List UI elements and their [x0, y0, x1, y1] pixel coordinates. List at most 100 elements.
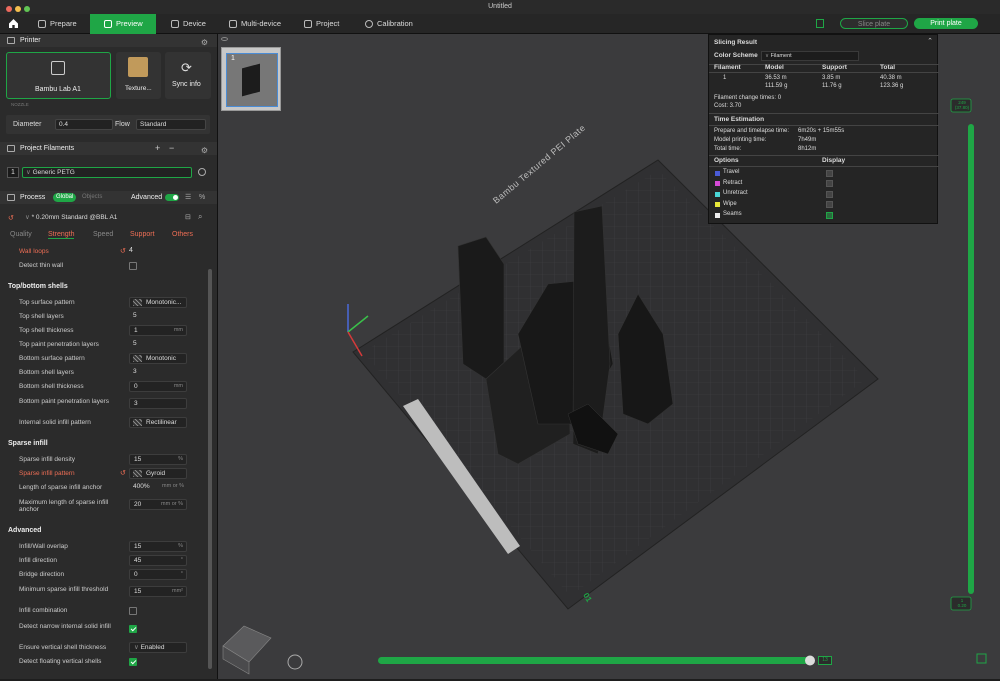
- option-display-checkbox[interactable]: [826, 201, 833, 208]
- home-icon[interactable]: [8, 18, 19, 29]
- list-icon[interactable]: ☰: [185, 191, 191, 204]
- color-scheme-select[interactable]: ∨ Filament: [761, 51, 859, 61]
- sparse-density-input[interactable]: 15%: [129, 454, 187, 465]
- settings-sidebar: Printer ⚙ Bambu Lab A1 Texture... ⟳ Sync…: [0, 34, 218, 679]
- setting-value: 15: [134, 588, 142, 595]
- print-plate-button[interactable]: Print plate: [914, 18, 978, 29]
- tab-project[interactable]: Project: [304, 14, 349, 34]
- display-header: Display: [822, 157, 846, 164]
- save-preset-icon[interactable]: ⊟: [185, 213, 191, 221]
- detect-floating-checkbox[interactable]: [129, 658, 137, 666]
- detect-narrow-checkbox[interactable]: [129, 625, 137, 633]
- remove-filament-icon[interactable]: −: [169, 142, 174, 155]
- setting-sparse-density: Sparse infill density 15%: [0, 453, 210, 467]
- setting-value: Rectilinear: [146, 419, 177, 426]
- tab-calibration[interactable]: Calibration: [365, 14, 420, 34]
- tab-speed[interactable]: Speed: [93, 231, 113, 238]
- infill-direction-input[interactable]: 45 °: [129, 555, 187, 566]
- tab-support[interactable]: Support: [130, 231, 155, 238]
- slice-plate-button[interactable]: Slice plate: [840, 18, 908, 29]
- eye-icon[interactable]: [221, 37, 228, 41]
- infill-combination-checkbox[interactable]: [129, 607, 137, 615]
- option-display-checkbox[interactable]: [826, 211, 833, 219]
- setting-label: Bottom surface pattern: [19, 355, 85, 362]
- preview-progress-slider[interactable]: [378, 655, 815, 666]
- setting-bottom-shell-thickness: Bottom shell thickness 0 mm: [0, 380, 210, 394]
- global-toggle[interactable]: Global: [53, 193, 77, 202]
- group-title: Top/bottom shells: [8, 283, 68, 290]
- collapse-icon[interactable]: ⌃: [927, 37, 933, 45]
- top-surface-pattern-select[interactable]: Monotonic...: [129, 297, 187, 308]
- reset-icon[interactable]: ↺: [8, 214, 14, 222]
- layers-icon[interactable]: [976, 653, 987, 664]
- wall-loops-value[interactable]: 4: [129, 247, 133, 254]
- search-icon[interactable]: ⌕: [198, 212, 202, 222]
- tab-multi-device[interactable]: Multi-device: [229, 14, 289, 34]
- anchor-length-input[interactable]: 400% mm or %: [129, 482, 187, 493]
- prepare-time-label: Prepare and timelapse time:: [714, 128, 790, 134]
- gear-icon[interactable]: ⚙: [201, 36, 208, 49]
- print-plate-label: Print plate: [930, 20, 962, 27]
- min-sparse-input[interactable]: 15 mm²: [129, 586, 187, 597]
- group-top-bottom-shells: Top/bottom shells: [8, 283, 68, 290]
- objects-toggle[interactable]: Objects: [82, 191, 102, 204]
- top-shell-thickness-input[interactable]: 1 mm: [129, 325, 187, 336]
- option-display-checkbox[interactable]: [826, 190, 833, 198]
- reset-icon[interactable]: ↺: [120, 469, 126, 477]
- sync-info-button[interactable]: ⟳ Sync info: [165, 52, 211, 99]
- bottom-paint-input[interactable]: 3: [129, 398, 187, 409]
- zoom-window-icon[interactable]: [24, 6, 30, 12]
- advanced-switch[interactable]: [165, 194, 179, 201]
- add-filament-icon[interactable]: +: [155, 142, 160, 155]
- printer-selector[interactable]: Bambu Lab A1: [6, 52, 111, 99]
- plate-selector[interactable]: Texture...: [116, 52, 161, 99]
- tab-device[interactable]: Device: [171, 14, 221, 34]
- filament-options-icon[interactable]: [198, 168, 206, 176]
- top-paint-input[interactable]: 5: [129, 339, 187, 350]
- internal-solid-pattern-select[interactable]: Rectilinear: [129, 417, 187, 428]
- unit-label: mm: [173, 383, 183, 389]
- tab-others[interactable]: Others: [172, 231, 193, 238]
- model-header: Model: [765, 64, 784, 71]
- bottom-shell-layers-input[interactable]: 3: [129, 367, 187, 378]
- project-icon: [304, 20, 312, 28]
- tab-prepare[interactable]: Prepare: [38, 14, 90, 34]
- setting-min-sparse-threshold: Minimum sparse infill threshold 15 mm²: [0, 583, 210, 601]
- bottom-shell-thickness-input[interactable]: 0 mm: [129, 381, 187, 392]
- overlap-input[interactable]: 15%: [129, 541, 187, 552]
- bridge-direction-input[interactable]: 0 °: [129, 569, 187, 580]
- detect-thin-wall-checkbox[interactable]: [129, 262, 137, 270]
- recenter-icon[interactable]: [287, 654, 303, 670]
- process-preset-select[interactable]: ∨ * 0.20mm Standard @BBL A1: [22, 213, 177, 224]
- tab-quality[interactable]: Quality: [10, 231, 32, 238]
- top-shell-layers-input[interactable]: 5: [129, 311, 187, 322]
- diameter-select[interactable]: 0.4: [55, 119, 113, 130]
- reset-icon[interactable]: ↺: [120, 247, 126, 255]
- filament-select[interactable]: ∨ Generic PETG: [22, 167, 192, 178]
- tab-preview[interactable]: Preview: [90, 14, 156, 34]
- layer-slider[interactable]: [950, 98, 974, 611]
- option-display-checkbox[interactable]: [826, 169, 833, 177]
- plate-thumbnail[interactable]: 1: [221, 47, 281, 111]
- unit-label: %: [178, 456, 183, 462]
- setting-label: Bottom shell layers: [19, 369, 74, 376]
- bottom-surface-pattern-select[interactable]: Monotonic: [129, 353, 187, 364]
- layout-toggle-icon[interactable]: [816, 19, 824, 28]
- ensure-vertical-select[interactable]: ∨ Enabled: [129, 642, 187, 653]
- navigation-cube[interactable]: [222, 625, 272, 675]
- chevron-down-icon: ∨: [134, 644, 141, 651]
- detect-thin-wall-label: Detect thin wall: [19, 262, 64, 269]
- setting-label: Maximum length of sparse infill anchor: [19, 499, 109, 513]
- sparse-pattern-select[interactable]: Gyroid: [129, 468, 187, 479]
- gear-icon[interactable]: ⚙: [201, 144, 208, 157]
- setting-infill-wall-overlap: Infill/Wall overlap 15%: [0, 540, 210, 554]
- anchor-max-input[interactable]: 20 mm or %: [129, 499, 187, 510]
- tab-strength[interactable]: Strength: [48, 231, 75, 239]
- percent-icon[interactable]: %: [199, 191, 205, 204]
- flow-value: Standard: [140, 121, 167, 128]
- flow-select[interactable]: Standard: [136, 119, 206, 130]
- setting-label: Detect floating vertical shells: [19, 658, 102, 665]
- option-display-checkbox[interactable]: [826, 180, 833, 187]
- minimize-window-icon[interactable]: [15, 6, 21, 12]
- close-window-icon[interactable]: [6, 6, 12, 12]
